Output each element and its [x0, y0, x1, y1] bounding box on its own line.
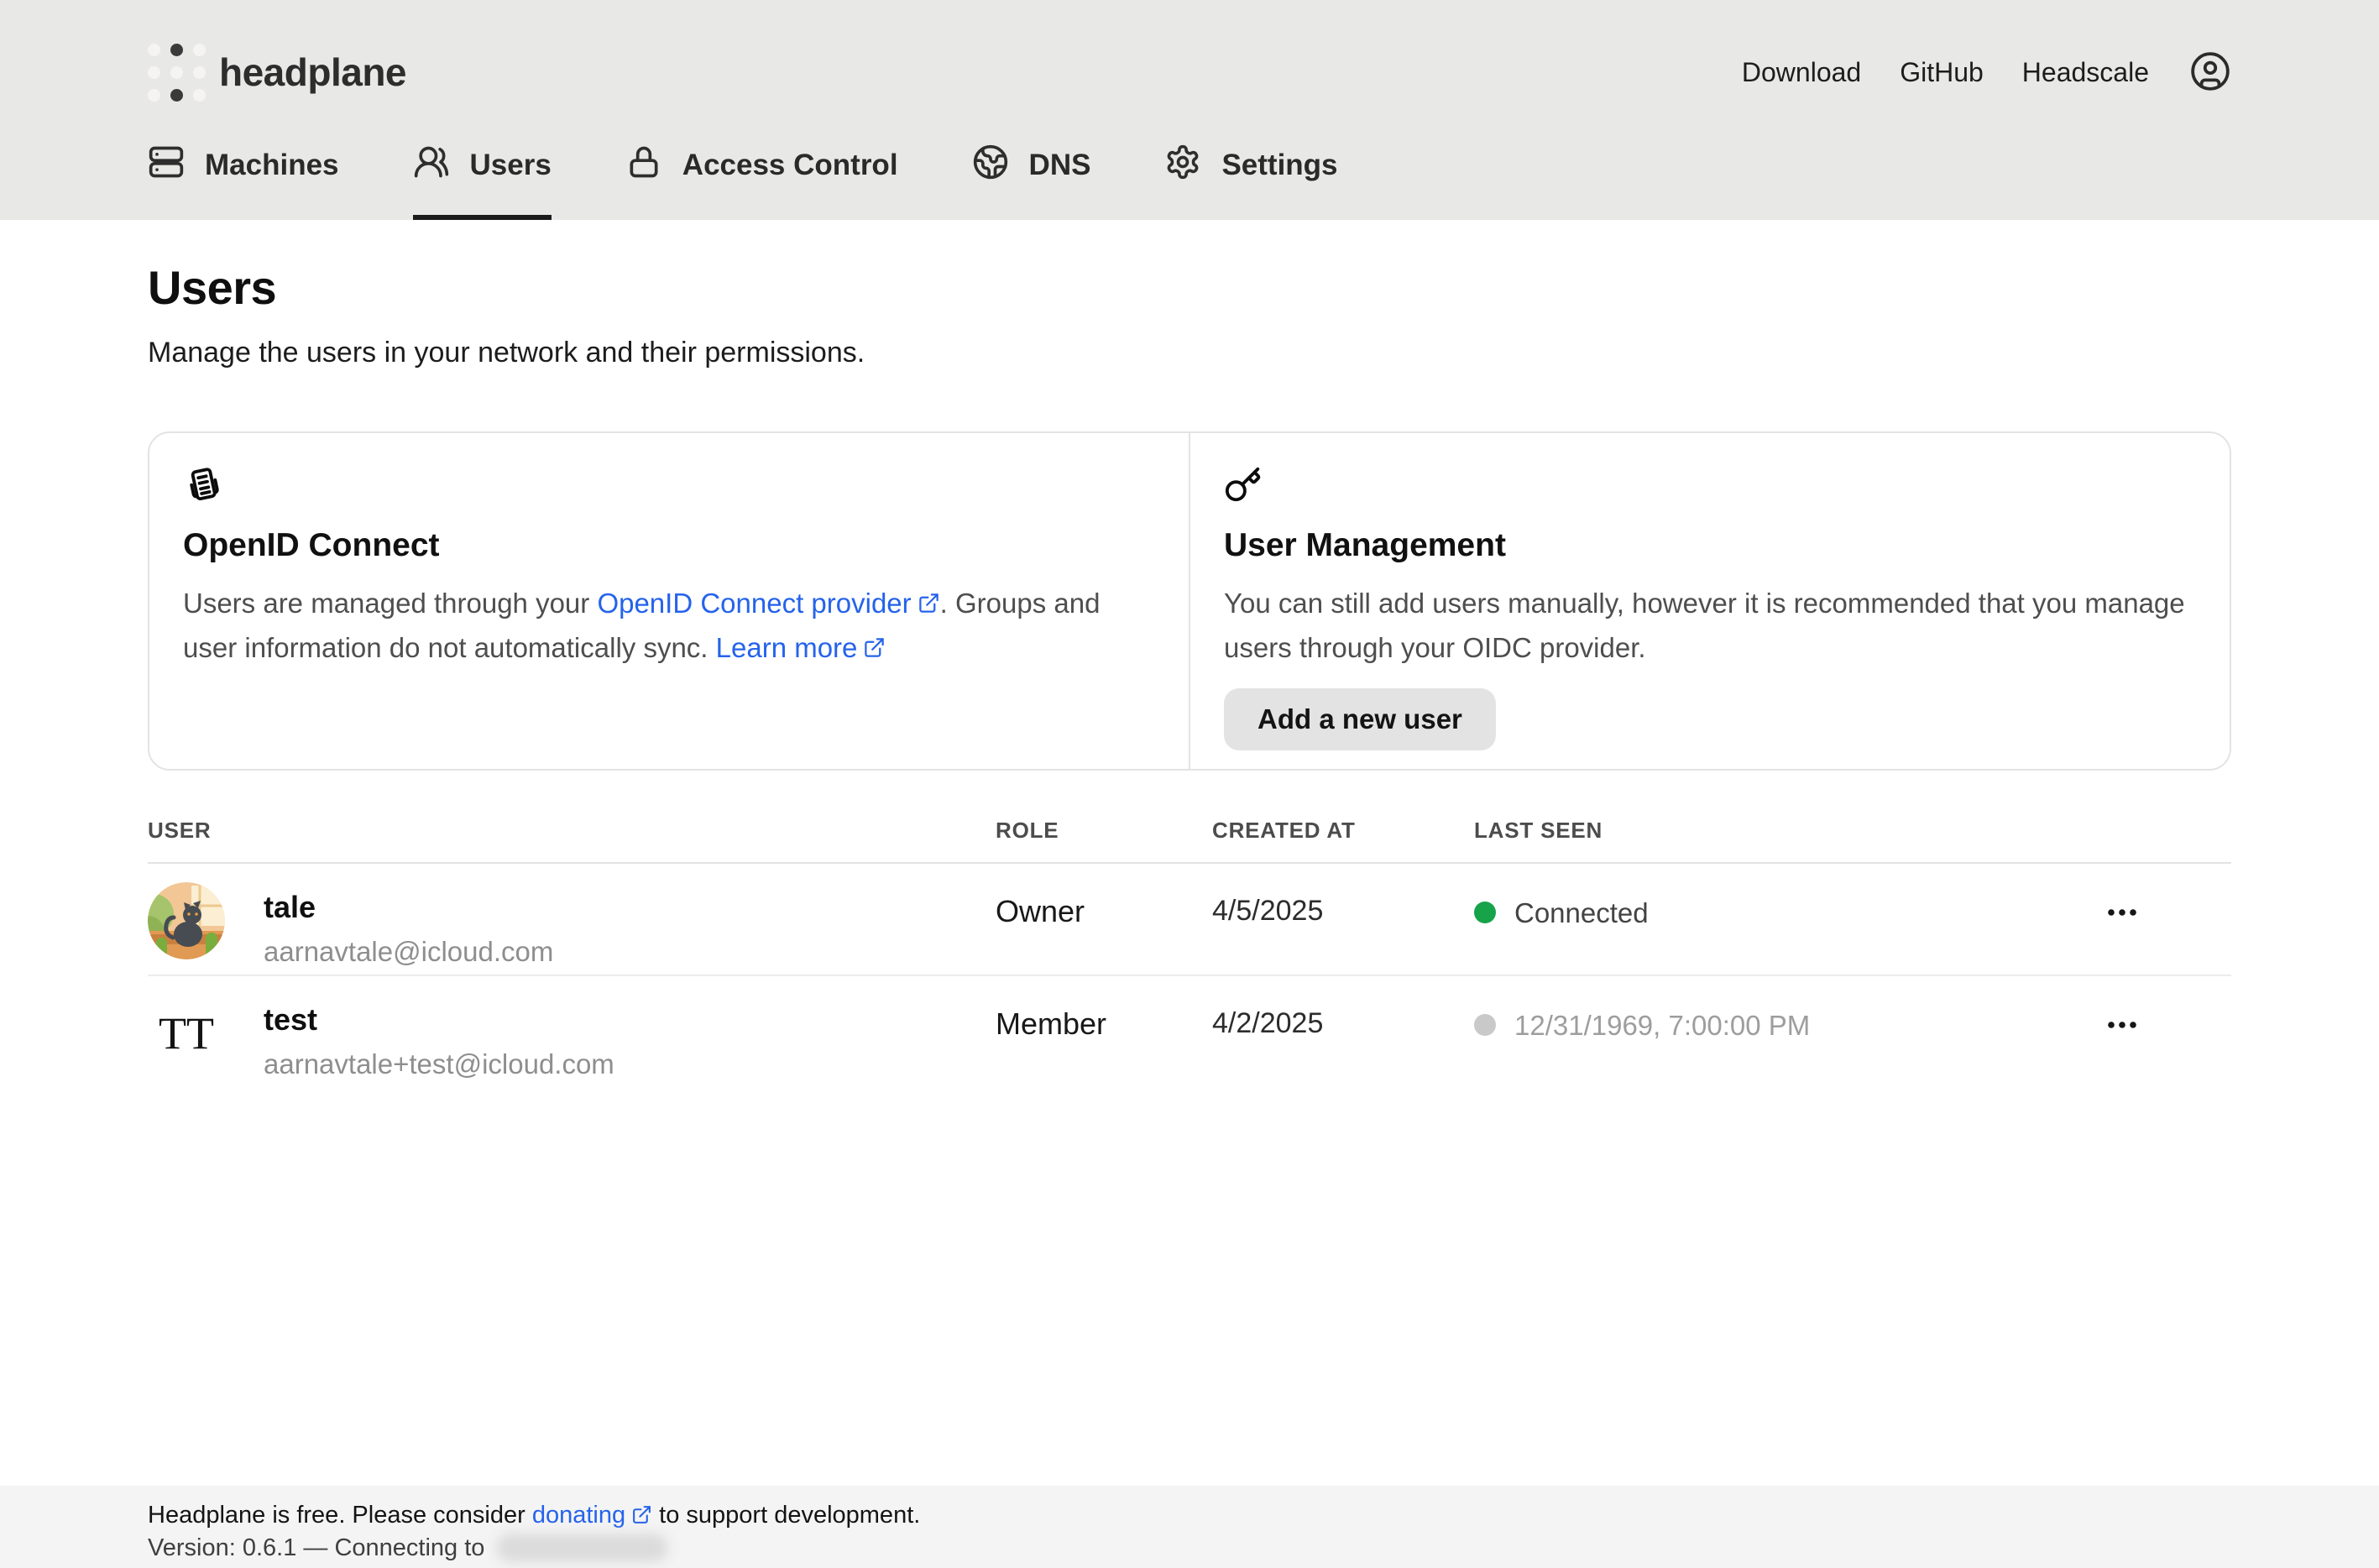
account-menu-button[interactable] — [2189, 50, 2231, 95]
users-icon — [413, 144, 450, 188]
nav-link-headscale[interactable]: Headscale — [2022, 57, 2149, 88]
tab-label: Users — [470, 149, 552, 182]
nav-link-download[interactable]: Download — [1742, 57, 1861, 88]
column-header-actions — [2013, 818, 2231, 844]
footer-text-after: to support development. — [652, 1502, 920, 1529]
redacted-server-address — [496, 1534, 668, 1562]
status-dot — [1474, 902, 1496, 923]
column-header-role: ROLE — [996, 818, 1212, 844]
user-name: test — [264, 1002, 614, 1037]
oidc-description: Users are managed through your OpenID Co… — [183, 581, 1155, 670]
external-link-icon — [863, 636, 886, 659]
donate-link[interactable]: donating — [532, 1502, 652, 1529]
user-identity: tale aarnavtale@icloud.com — [264, 882, 553, 975]
gear-icon — [1164, 144, 1201, 188]
oidc-text-before: Users are managed through your — [183, 588, 597, 619]
brand: headplane — [148, 44, 406, 102]
oidc-panel: OpenID Connect Users are managed through… — [149, 433, 1189, 769]
user-management-description: You can still add users manually, howeve… — [1224, 581, 2196, 670]
column-header-last-seen: LAST SEEN — [1474, 818, 2013, 844]
created-at-cell: 4/5/2025 — [1212, 864, 1474, 975]
info-card: OpenID Connect Users are managed through… — [148, 431, 2231, 771]
app-footer: Headplane is free. Please consider donat… — [0, 1486, 2379, 1568]
main-content: Users Manage the users in your network a… — [0, 220, 2379, 1486]
role-cell: Member — [996, 976, 1212, 1089]
tab-bar: Machines Users Access Control DNS — [148, 111, 2231, 220]
headplane-app: headplane Download GitHub Headscale Mach… — [0, 0, 2379, 1568]
nav-link-github[interactable]: GitHub — [1900, 57, 1984, 88]
created-at-cell: 4/2/2025 — [1212, 976, 1474, 1089]
version-text: Version: 0.6.1 — Connecting to — [148, 1532, 484, 1564]
tab-access-control[interactable]: Access Control — [625, 111, 898, 220]
server-icon — [148, 144, 185, 188]
user-email: aarnavtale@icloud.com — [264, 936, 553, 968]
actions-cell — [2013, 864, 2231, 975]
last-seen-text: 12/31/1969, 7:00:00 PM — [1514, 1010, 1810, 1042]
tab-machines[interactable]: Machines — [148, 111, 339, 220]
user-management-title: User Management — [1224, 527, 2196, 564]
circle-user-icon — [2189, 50, 2231, 95]
tab-label: Machines — [205, 149, 339, 182]
table-row: TT test aarnavtale+test@icloud.com Membe… — [148, 976, 2231, 1089]
actions-cell — [2013, 976, 2231, 1089]
tab-settings[interactable]: Settings — [1164, 111, 1337, 220]
external-link-icon — [631, 1504, 652, 1525]
role-cell: Owner — [996, 864, 1212, 975]
lock-icon — [625, 144, 662, 188]
last-seen-cell: Connected — [1474, 864, 2013, 975]
avatar — [148, 882, 225, 959]
last-seen-text: Connected — [1514, 897, 1649, 929]
users-table: USER ROLE CREATED AT LAST SEEN — [148, 818, 2231, 1089]
tab-dns[interactable]: DNS — [972, 111, 1091, 220]
key-icon — [1224, 465, 2196, 505]
table-header-row: USER ROLE CREATED AT LAST SEEN — [148, 818, 2231, 864]
id-booklet-icon — [183, 465, 1155, 505]
avatar-initials: TT — [148, 995, 225, 1072]
user-email: aarnavtale+test@icloud.com — [264, 1048, 614, 1080]
globe-icon — [972, 144, 1009, 188]
version-line: Version: 0.6.1 — Connecting to — [148, 1532, 2231, 1564]
footer-text-before: Headplane is free. Please consider — [148, 1502, 532, 1529]
tab-label: DNS — [1029, 149, 1091, 182]
last-seen-cell: 12/31/1969, 7:00:00 PM — [1474, 976, 2013, 1089]
page-title: Users — [148, 260, 2231, 315]
user-management-panel: User Management You can still add users … — [1189, 433, 2230, 769]
footer-message: Headplane is free. Please consider donat… — [148, 1498, 2231, 1532]
user-identity: test aarnavtale+test@icloud.com — [264, 995, 614, 1089]
app-header: headplane Download GitHub Headscale Mach… — [0, 0, 2379, 220]
user-cell: TT test aarnavtale+test@icloud.com — [148, 976, 996, 1089]
column-header-user: USER — [148, 818, 996, 844]
row-menu-button[interactable] — [2095, 998, 2149, 1054]
oidc-provider-link[interactable]: OpenID Connect provider — [597, 588, 939, 619]
oidc-title: OpenID Connect — [183, 527, 1155, 564]
column-header-created-at: CREATED AT — [1212, 818, 1474, 844]
external-link-icon — [918, 592, 940, 614]
table-row: tale aarnavtale@icloud.com Owner 4/5/202… — [148, 864, 2231, 976]
user-cell: tale aarnavtale@icloud.com — [148, 864, 996, 975]
ellipsis-icon — [2102, 1005, 2142, 1048]
user-name: tale — [264, 890, 553, 925]
top-nav: Download GitHub Headscale — [1742, 50, 2231, 95]
row-menu-button[interactable] — [2095, 886, 2149, 942]
tab-label: Settings — [1221, 149, 1337, 182]
ellipsis-icon — [2102, 892, 2142, 935]
status-dot — [1474, 1014, 1496, 1036]
learn-more-link[interactable]: Learn more — [716, 632, 886, 663]
tab-label: Access Control — [682, 149, 898, 182]
add-user-button[interactable]: Add a new user — [1224, 688, 1496, 750]
brand-name: headplane — [219, 50, 406, 95]
tab-users[interactable]: Users — [413, 111, 552, 220]
headplane-logo-icon — [148, 44, 206, 102]
page-subtitle: Manage the users in your network and the… — [148, 337, 2231, 369]
